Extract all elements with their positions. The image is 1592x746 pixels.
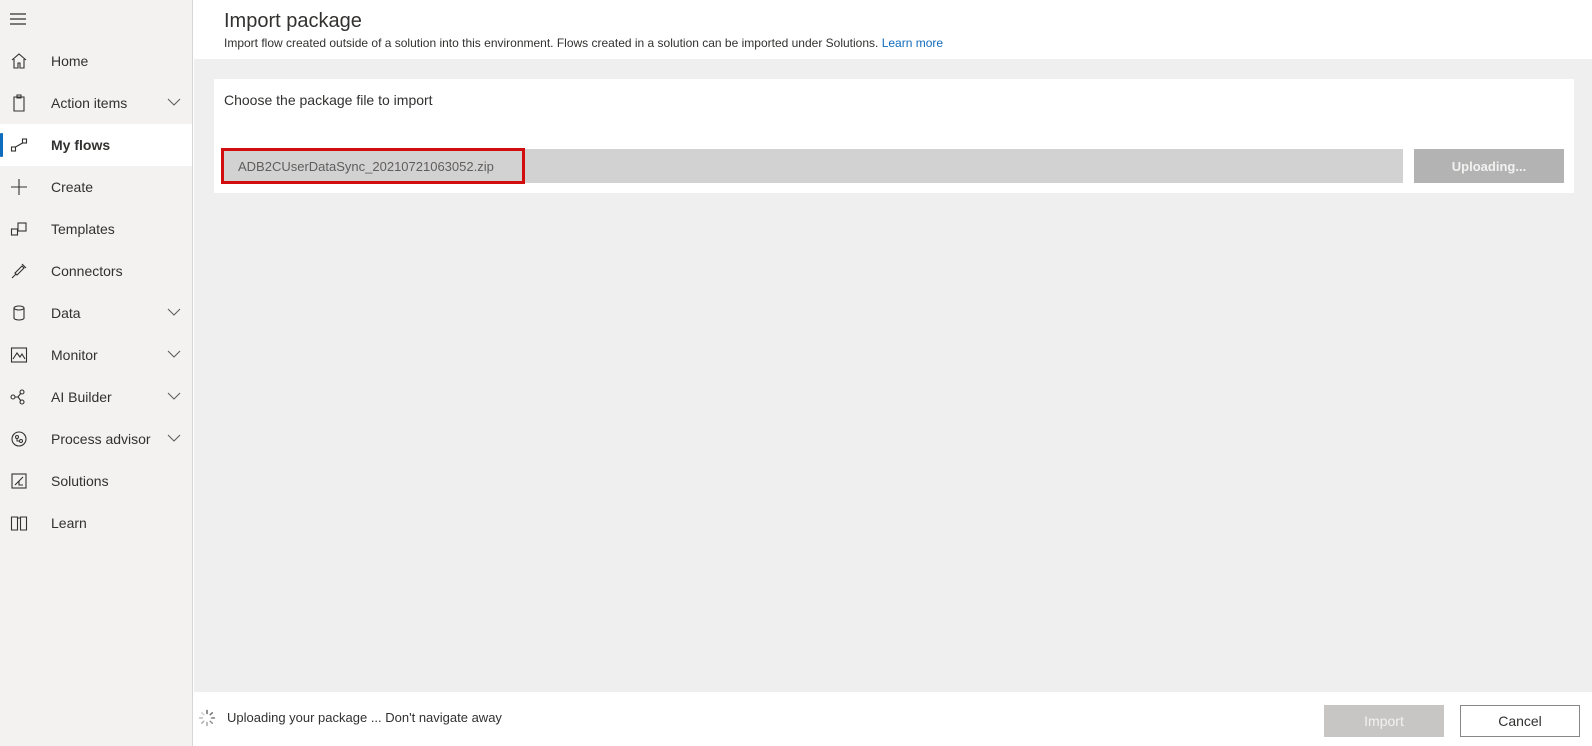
sidebar-item-label: Process advisor xyxy=(51,431,151,447)
connector-icon xyxy=(10,262,28,280)
sidebar-item-monitor[interactable]: Monitor xyxy=(0,334,192,376)
loading-spinner-icon xyxy=(198,709,216,727)
process-advisor-icon xyxy=(10,430,28,448)
plus-icon xyxy=(10,178,28,196)
sidebar-item-connectors[interactable]: Connectors xyxy=(0,250,192,292)
sidebar-item-process-advisor[interactable]: Process advisor xyxy=(0,418,192,460)
monitor-icon xyxy=(10,346,28,364)
sidebar-item-solutions[interactable]: Solutions xyxy=(0,460,192,502)
clipboard-icon xyxy=(10,94,28,112)
left-navigation: Home Action items My flows Create Templa… xyxy=(0,0,193,746)
chevron-down-icon[interactable] xyxy=(167,433,181,443)
sidebar-item-label: Templates xyxy=(51,221,115,237)
page-subtitle-text: Import flow created outside of a solutio… xyxy=(224,36,879,50)
sidebar-item-label: Create xyxy=(51,179,94,195)
sidebar-item-templates[interactable]: Templates xyxy=(0,208,192,250)
nav-list: Home Action items My flows Create Templa… xyxy=(0,40,192,544)
book-icon xyxy=(10,514,28,532)
upload-card: Choose the package file to import ADB2CU… xyxy=(214,79,1574,193)
chevron-down-icon[interactable] xyxy=(167,307,181,317)
page-subtitle: Import flow created outside of a solutio… xyxy=(224,36,943,50)
file-path-input[interactable]: ADB2CUserDataSync_20210721063052.zip xyxy=(221,148,1403,184)
upload-button[interactable]: Uploading... xyxy=(1414,149,1564,183)
chevron-down-icon[interactable] xyxy=(167,97,181,107)
sidebar-item-label: Connectors xyxy=(51,263,123,279)
chevron-down-icon[interactable] xyxy=(167,391,181,401)
ai-builder-icon xyxy=(10,388,28,406)
hamburger-menu-icon[interactable] xyxy=(9,10,27,28)
sidebar-item-learn[interactable]: Learn xyxy=(0,502,192,544)
solutions-icon xyxy=(10,472,28,490)
main-content: Choose the package file to import ADB2CU… xyxy=(194,59,1592,692)
footer-bar: Uploading your package ... Don't navigat… xyxy=(194,692,1592,746)
sidebar-item-label: Solutions xyxy=(51,473,109,489)
sidebar-item-label: Action items xyxy=(51,95,128,111)
upload-status-text: Uploading your package ... Don't navigat… xyxy=(227,710,502,725)
sidebar-item-ai-builder[interactable]: AI Builder xyxy=(0,376,192,418)
sidebar-item-label: AI Builder xyxy=(51,389,112,405)
sidebar-item-data[interactable]: Data xyxy=(0,292,192,334)
page-title: Import package xyxy=(224,10,362,32)
cancel-button[interactable]: Cancel xyxy=(1460,705,1580,737)
sidebar-item-label: Data xyxy=(51,305,81,321)
home-icon xyxy=(10,52,28,70)
upload-label: Choose the package file to import xyxy=(224,92,433,108)
sidebar-item-label: Monitor xyxy=(51,347,98,363)
sidebar-item-home[interactable]: Home xyxy=(0,40,192,82)
sidebar-item-label: Home xyxy=(51,53,89,69)
import-button[interactable]: Import xyxy=(1324,705,1444,737)
page-header: Import package Import flow created outsi… xyxy=(194,0,1592,59)
database-icon xyxy=(10,304,28,322)
selected-file-name: ADB2CUserDataSync_20210721063052.zip xyxy=(221,148,525,184)
flow-icon xyxy=(10,136,28,154)
learn-more-link[interactable]: Learn more xyxy=(882,36,943,50)
chevron-down-icon[interactable] xyxy=(167,349,181,359)
templates-icon xyxy=(10,220,28,238)
sidebar-item-action-items[interactable]: Action items xyxy=(0,82,192,124)
sidebar-item-my-flows[interactable]: My flows xyxy=(0,124,192,166)
sidebar-item-create[interactable]: Create xyxy=(0,166,192,208)
sidebar-item-label: My flows xyxy=(51,137,111,153)
sidebar-item-label: Learn xyxy=(51,515,87,531)
